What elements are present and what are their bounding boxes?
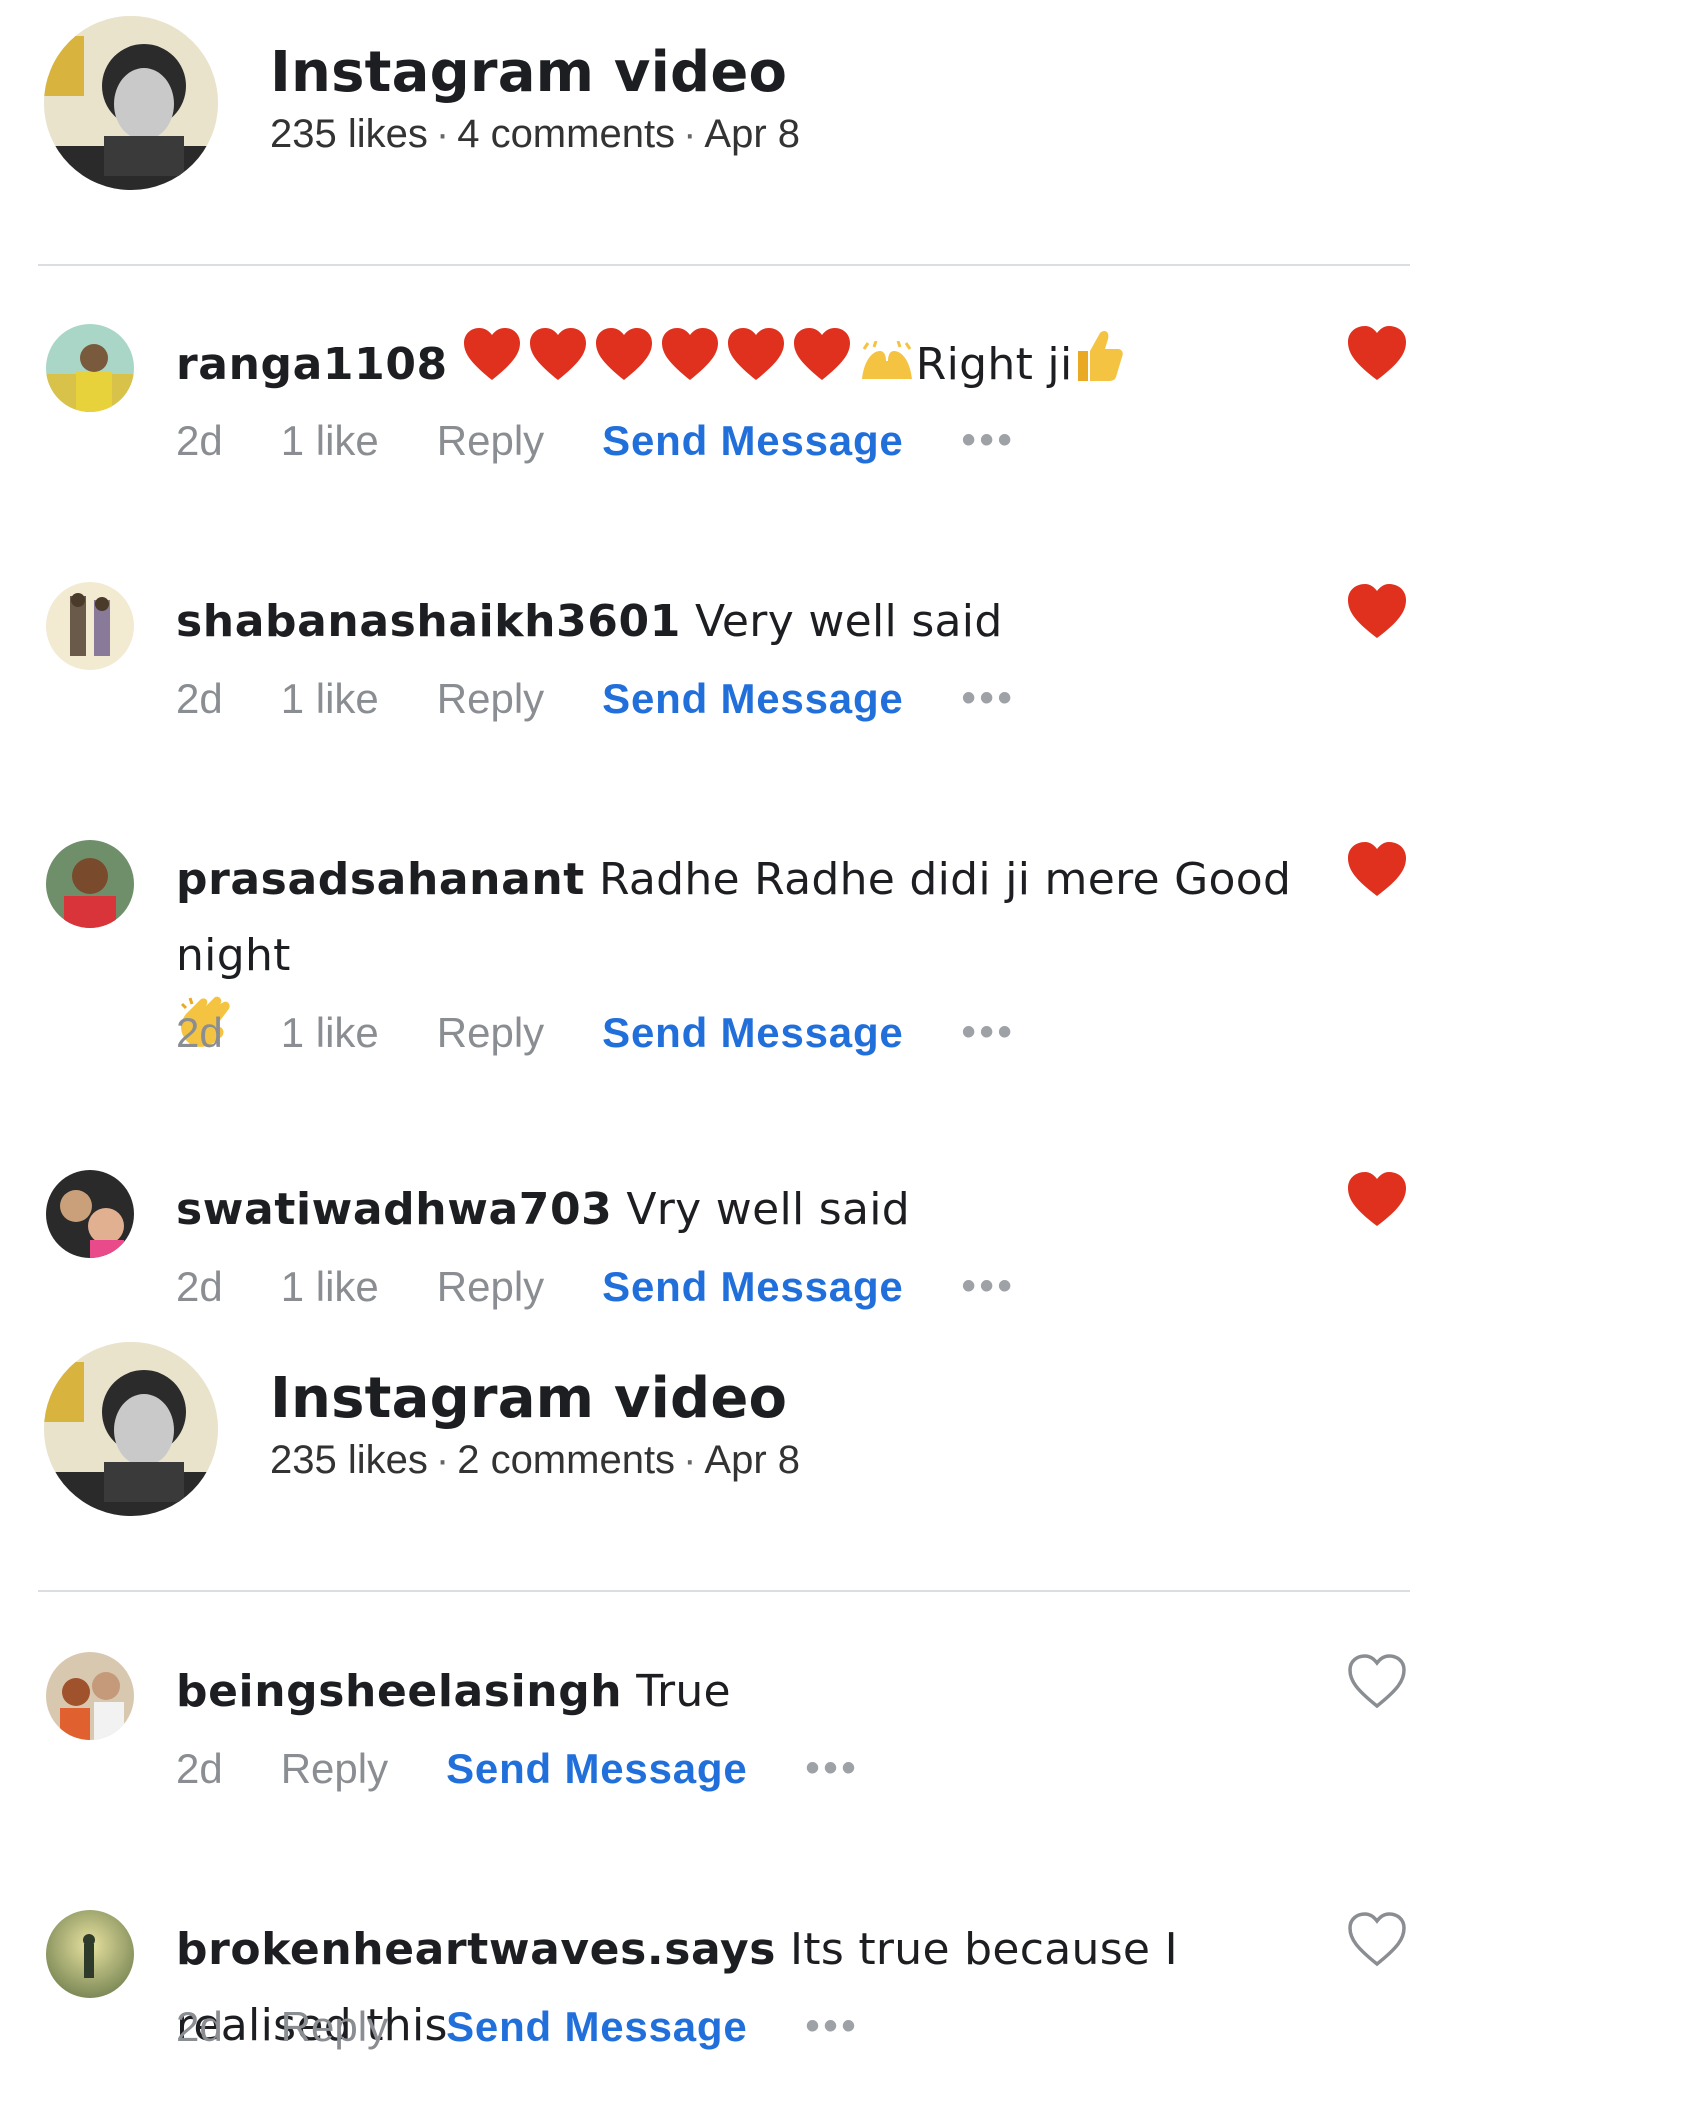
avatar[interactable] (46, 1910, 134, 1998)
heart-icon[interactable] (1346, 1170, 1408, 1228)
more-options-icon[interactable]: ••• (806, 2004, 860, 2049)
reply-button[interactable]: Reply (437, 675, 544, 723)
thumbs-up-emoji (1072, 327, 1124, 407)
send-message-button[interactable]: Send Message (602, 1009, 903, 1057)
send-message-button[interactable]: Send Message (602, 675, 903, 723)
more-options-icon[interactable]: ••• (962, 418, 1016, 463)
send-message-button[interactable]: Send Message (602, 1263, 903, 1311)
comment-age: 2d (176, 416, 223, 464)
comment-actions: 2d 1 like Reply Send Message ••• (176, 1260, 1016, 1311)
divider (38, 264, 1410, 266)
comment-text: swatiwadhwa703 Vry well said (176, 1172, 1326, 1248)
comment-age: 2d (176, 1008, 223, 1056)
more-options-icon[interactable]: ••• (806, 1746, 860, 1791)
heart-emojis (462, 326, 858, 408)
send-message-button[interactable]: Send Message (602, 417, 903, 465)
heart-outline-icon[interactable] (1346, 1652, 1408, 1710)
more-options-icon[interactable]: ••• (962, 676, 1016, 721)
comment-username[interactable]: swatiwadhwa703 (176, 1184, 612, 1235)
comment-body: True (636, 1666, 731, 1717)
comment-actions: 2d 1 like Reply Send Message ••• (176, 1006, 1016, 1057)
comment-body: Right ji (915, 339, 1073, 390)
more-options-icon[interactable]: ••• (962, 1010, 1016, 1055)
post-2: Instagram video 235 likes · 2 comments · Apr… (0, 1326, 1420, 1516)
post-date: Apr 8 (704, 112, 800, 156)
heart-icon[interactable] (1346, 840, 1408, 898)
reply-button[interactable]: Reply (281, 2003, 388, 2051)
avatar[interactable] (46, 582, 134, 670)
reply-button[interactable]: Reply (437, 1263, 544, 1311)
comment-username[interactable]: brokenheartwaves.says (176, 1924, 776, 1975)
comment-username[interactable]: beingsheelasingh (176, 1666, 622, 1717)
comment-age: 2d (176, 1262, 223, 1310)
post-date: Apr 8 (704, 1438, 800, 1482)
raised-hands-emoji (858, 329, 916, 405)
comment-likes[interactable]: 1 like (281, 1263, 379, 1311)
post-meta: 235 likes · 4 comments · Apr 8 (270, 112, 800, 156)
post-title[interactable]: Instagram video (270, 40, 787, 105)
send-message-button[interactable]: Send Message (446, 2003, 747, 2051)
post-header: Instagram video 235 likes · 4 comments · Apr… (0, 0, 1420, 190)
comment-username[interactable]: ranga1108 (176, 339, 448, 390)
post-meta: 235 likes · 2 comments · Apr 8 (270, 1438, 800, 1482)
avatar[interactable] (46, 840, 134, 928)
post-header: Instagram video 235 likes · 2 comments · Apr… (0, 1326, 1420, 1516)
post-title[interactable]: Instagram video (270, 1366, 787, 1431)
send-message-button[interactable]: Send Message (446, 1745, 747, 1793)
heart-icon[interactable] (1346, 582, 1408, 640)
avatar[interactable] (46, 1170, 134, 1258)
comment-body: Very well said (694, 596, 1003, 647)
divider (38, 1590, 1410, 1592)
comment-likes[interactable]: 1 like (281, 417, 379, 465)
reply-button[interactable]: Reply (437, 417, 544, 465)
comment-text: beingsheelasingh True (176, 1654, 1326, 1730)
post-thumbnail[interactable] (44, 1342, 218, 1516)
comment-text: shabanashaikh3601 Very well said (176, 584, 1326, 660)
comments-count[interactable]: 2 comments (457, 1438, 675, 1482)
comment-username[interactable]: shabanashaikh3601 (176, 596, 681, 647)
comment-age: 2d (176, 2002, 223, 2050)
likes-count: 235 likes (270, 112, 428, 156)
comment-age: 2d (176, 674, 223, 722)
comments-count[interactable]: 4 comments (457, 112, 675, 156)
comment-actions: 2d Reply Send Message ••• (176, 2000, 860, 2051)
comment-actions: 2d 1 like Reply Send Message ••• (176, 414, 1016, 465)
comment-body: Vry well said (626, 1184, 911, 1235)
comment-actions: 2d Reply Send Message ••• (176, 1742, 860, 1793)
post-1: Instagram video 235 likes · 4 comments · Apr… (0, 0, 1420, 190)
likes-count: 235 likes (270, 1438, 428, 1482)
heart-outline-icon[interactable] (1346, 1910, 1408, 1968)
comment-username[interactable]: prasadsahanant (176, 854, 585, 905)
avatar[interactable] (46, 324, 134, 412)
post-thumbnail[interactable] (44, 16, 218, 190)
comment-likes[interactable]: 1 like (281, 1009, 379, 1057)
reply-button[interactable]: Reply (437, 1009, 544, 1057)
comment-actions: 2d 1 like Reply Send Message ••• (176, 672, 1016, 723)
reply-button[interactable]: Reply (281, 1745, 388, 1793)
comment-age: 2d (176, 1744, 223, 1792)
heart-icon[interactable] (1346, 324, 1408, 382)
comment-text: ranga1108 Right ji (176, 326, 1326, 408)
comment-likes[interactable]: 1 like (281, 675, 379, 723)
more-options-icon[interactable]: ••• (962, 1264, 1016, 1309)
avatar[interactable] (46, 1652, 134, 1740)
